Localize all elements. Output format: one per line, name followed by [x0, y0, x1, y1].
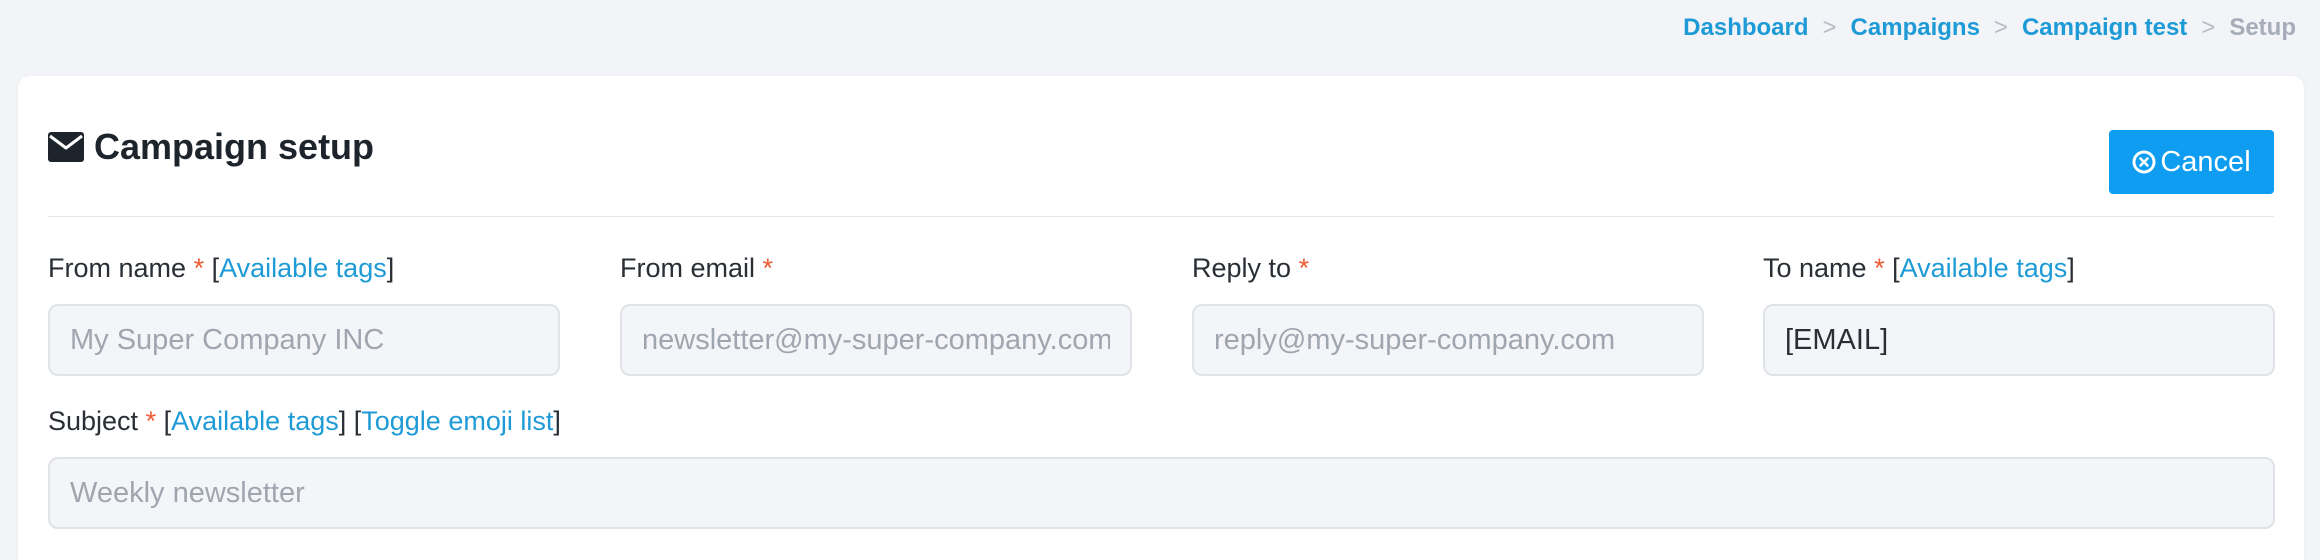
subject-input[interactable]: [48, 457, 2275, 529]
from-email-label-text: From email: [620, 253, 756, 283]
from-email-field: From email *: [620, 251, 1132, 376]
breadcrumb-current: Setup: [2229, 14, 2296, 41]
from-email-label: From email *: [620, 251, 1132, 285]
campaign-setup-card: Campaign setup Cancel From name * [Avail…: [18, 76, 2304, 560]
breadcrumb-separator: >: [1822, 14, 1837, 41]
breadcrumb-separator: >: [2201, 14, 2216, 41]
cancel-button-label: Cancel: [2160, 145, 2251, 178]
from-name-label-text: From name: [48, 253, 187, 283]
reply-to-field: Reply to *: [1192, 251, 1704, 376]
reply-to-label-text: Reply to: [1192, 253, 1292, 283]
required-marker: *: [1874, 253, 1885, 283]
to-name-input[interactable]: [1763, 304, 2275, 376]
to-name-field: To name * [Available tags]: [1763, 251, 2275, 376]
envelope-icon: [48, 132, 84, 162]
to-name-label-text: To name: [1763, 253, 1867, 283]
toggle-emoji-list-link[interactable]: Toggle emoji list: [361, 406, 553, 436]
available-tags-link[interactable]: Available tags: [219, 253, 387, 283]
required-marker: *: [145, 406, 157, 436]
breadcrumb-campaigns[interactable]: Campaigns: [1851, 14, 1980, 42]
reply-to-input[interactable]: [1192, 304, 1704, 376]
available-tags-link[interactable]: Available tags: [1900, 253, 2068, 283]
to-name-label: To name * [Available tags]: [1763, 253, 2075, 283]
subject-field: Subject * [Available tags] [Toggle emoji…: [48, 404, 2275, 529]
from-name-label: From name * [Available tags]: [48, 253, 395, 283]
breadcrumb-separator: >: [1993, 14, 2008, 41]
available-tags-link[interactable]: Available tags: [171, 406, 339, 436]
breadcrumb-dashboard[interactable]: Dashboard: [1683, 14, 1808, 42]
card-header: Campaign setup Cancel: [48, 76, 2274, 217]
breadcrumb: Dashboard > Campaigns > Campaign test > …: [1683, 14, 2296, 42]
required-marker: *: [193, 253, 205, 283]
breadcrumb-campaign-test[interactable]: Campaign test: [2022, 14, 2187, 42]
subject-label: Subject * [Available tags] [Toggle emoji…: [48, 406, 561, 436]
page-title: Campaign setup: [48, 126, 374, 168]
page-title-text: Campaign setup: [94, 126, 375, 167]
cancel-button[interactable]: Cancel: [2109, 130, 2274, 194]
required-marker: *: [1298, 253, 1310, 283]
reply-to-label: Reply to *: [1192, 251, 1704, 285]
close-circle-icon: [2132, 150, 2156, 174]
from-name-field: From name * [Available tags]: [48, 251, 560, 376]
required-marker: *: [762, 253, 774, 283]
from-name-input[interactable]: [48, 304, 560, 376]
subject-label-text: Subject: [48, 406, 139, 436]
from-email-input[interactable]: [620, 304, 1132, 376]
